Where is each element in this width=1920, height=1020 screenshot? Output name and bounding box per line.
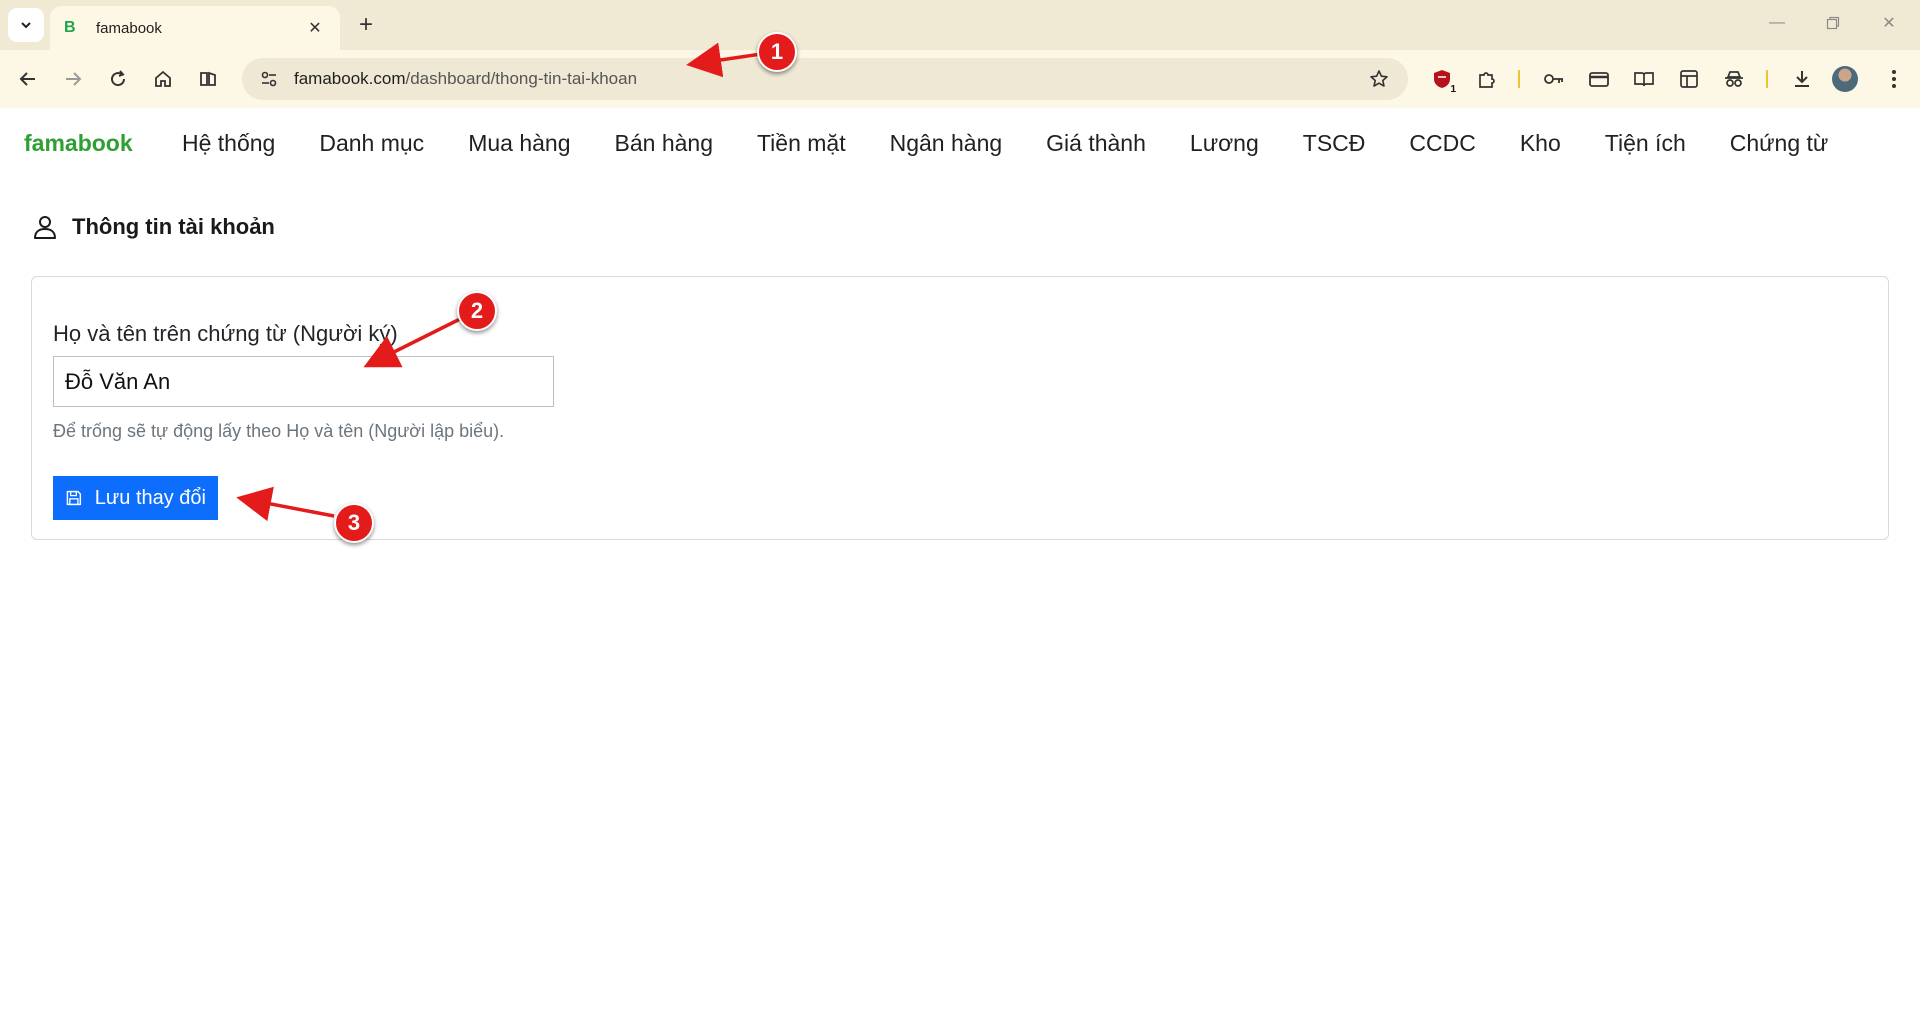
- password-key-icon[interactable]: [1538, 63, 1570, 95]
- new-tab-button[interactable]: +: [352, 11, 380, 39]
- url-text: famabook.com/dashboard/thong-tin-tai-kho…: [294, 69, 638, 88]
- close-tab-icon[interactable]: ✕: [304, 17, 326, 39]
- menu-item-ngan-hang[interactable]: Ngân hàng: [890, 130, 1003, 157]
- browser-tab[interactable]: B famabook ✕: [50, 6, 340, 50]
- menu-item-tien-ich[interactable]: Tiện ích: [1605, 130, 1686, 157]
- menu-item-ban-hang[interactable]: Bán hàng: [615, 130, 713, 157]
- more-menu-icon[interactable]: [1878, 63, 1910, 95]
- page-header: Thông tin tài khoản: [32, 214, 275, 240]
- profile-avatar[interactable]: [1832, 66, 1858, 92]
- reload-icon[interactable]: [102, 63, 134, 95]
- browser-tabstrip: B famabook ✕ + — ✕: [0, 0, 1920, 50]
- annotation-marker-3: 3: [334, 503, 374, 543]
- window-close-icon[interactable]: ✕: [1878, 12, 1900, 34]
- signer-name-label: Họ và tên trên chứng từ (Người ký): [53, 321, 398, 346]
- reading-mode-icon[interactable]: [1628, 63, 1660, 95]
- save-changes-label: Lưu thay đổi: [94, 486, 206, 509]
- tab-search-button[interactable]: [8, 8, 44, 42]
- table-layout-icon[interactable]: [1673, 63, 1705, 95]
- floppy-disk-icon: [66, 490, 82, 506]
- menu-item-gia-thanh[interactable]: Giá thành: [1046, 130, 1146, 157]
- annotation-marker-2: 2: [457, 291, 497, 331]
- back-icon[interactable]: [12, 63, 44, 95]
- toolbar-separator: [1518, 70, 1520, 88]
- site-settings-icon[interactable]: [256, 66, 282, 92]
- account-form-card: Họ và tên trên chứng từ (Người ký) Để tr…: [31, 276, 1889, 540]
- restore-icon[interactable]: [1822, 12, 1844, 34]
- split-view-icon[interactable]: [192, 63, 224, 95]
- extensions-puzzle-icon[interactable]: [1471, 63, 1503, 95]
- menu-item-tscd[interactable]: TSCĐ: [1303, 130, 1366, 157]
- signer-name-input[interactable]: [53, 356, 554, 407]
- chevron-down-icon: [21, 22, 31, 29]
- browser-toolbar: famabook.com/dashboard/thong-tin-tai-kho…: [0, 50, 1920, 108]
- menu-item-kho[interactable]: Kho: [1520, 130, 1561, 157]
- extension-badge: 1: [1450, 84, 1456, 95]
- annotation-marker-1: 1: [757, 32, 797, 72]
- minimize-icon[interactable]: —: [1766, 12, 1788, 34]
- menu-item-luong[interactable]: Lương: [1190, 130, 1259, 157]
- shield-extension-icon[interactable]: 1: [1426, 63, 1458, 95]
- menu-item-danh-muc[interactable]: Danh mục: [319, 130, 424, 157]
- forward-icon[interactable]: [57, 63, 89, 95]
- favicon-icon: B: [64, 19, 76, 36]
- menu-item-chung-tu[interactable]: Chứng từ: [1730, 130, 1829, 157]
- menu-item-he-thong[interactable]: Hệ thống: [182, 130, 275, 157]
- tab-title: famabook: [96, 19, 162, 37]
- save-changes-button[interactable]: Lưu thay đổi: [53, 476, 218, 520]
- brand-logo[interactable]: famabook: [24, 130, 133, 157]
- signer-name-helper: Để trống sẽ tự động lấy theo Họ và tên (…: [53, 421, 505, 441]
- menu-item-mua-hang[interactable]: Mua hàng: [468, 130, 570, 157]
- incognito-icon[interactable]: [1718, 63, 1750, 95]
- menu-item-tien-mat[interactable]: Tiền mặt: [757, 130, 846, 157]
- payment-card-icon[interactable]: [1583, 63, 1615, 95]
- address-bar[interactable]: famabook.com/dashboard/thong-tin-tai-kho…: [242, 58, 1408, 100]
- user-icon: [34, 216, 56, 239]
- menu-item-ccdc[interactable]: CCDC: [1409, 130, 1475, 157]
- download-icon[interactable]: [1786, 63, 1818, 95]
- main-menu: Hệ thống Danh mục Mua hàng Bán hàng Tiền…: [182, 130, 1828, 157]
- toolbar-separator: [1766, 70, 1768, 88]
- app-navbar: famabook Hệ thống Danh mục Mua hàng Bán …: [0, 108, 1920, 176]
- page-title: Thông tin tài khoản: [72, 214, 275, 239]
- bookmark-star-icon[interactable]: [1366, 66, 1392, 92]
- home-icon[interactable]: [147, 63, 179, 95]
